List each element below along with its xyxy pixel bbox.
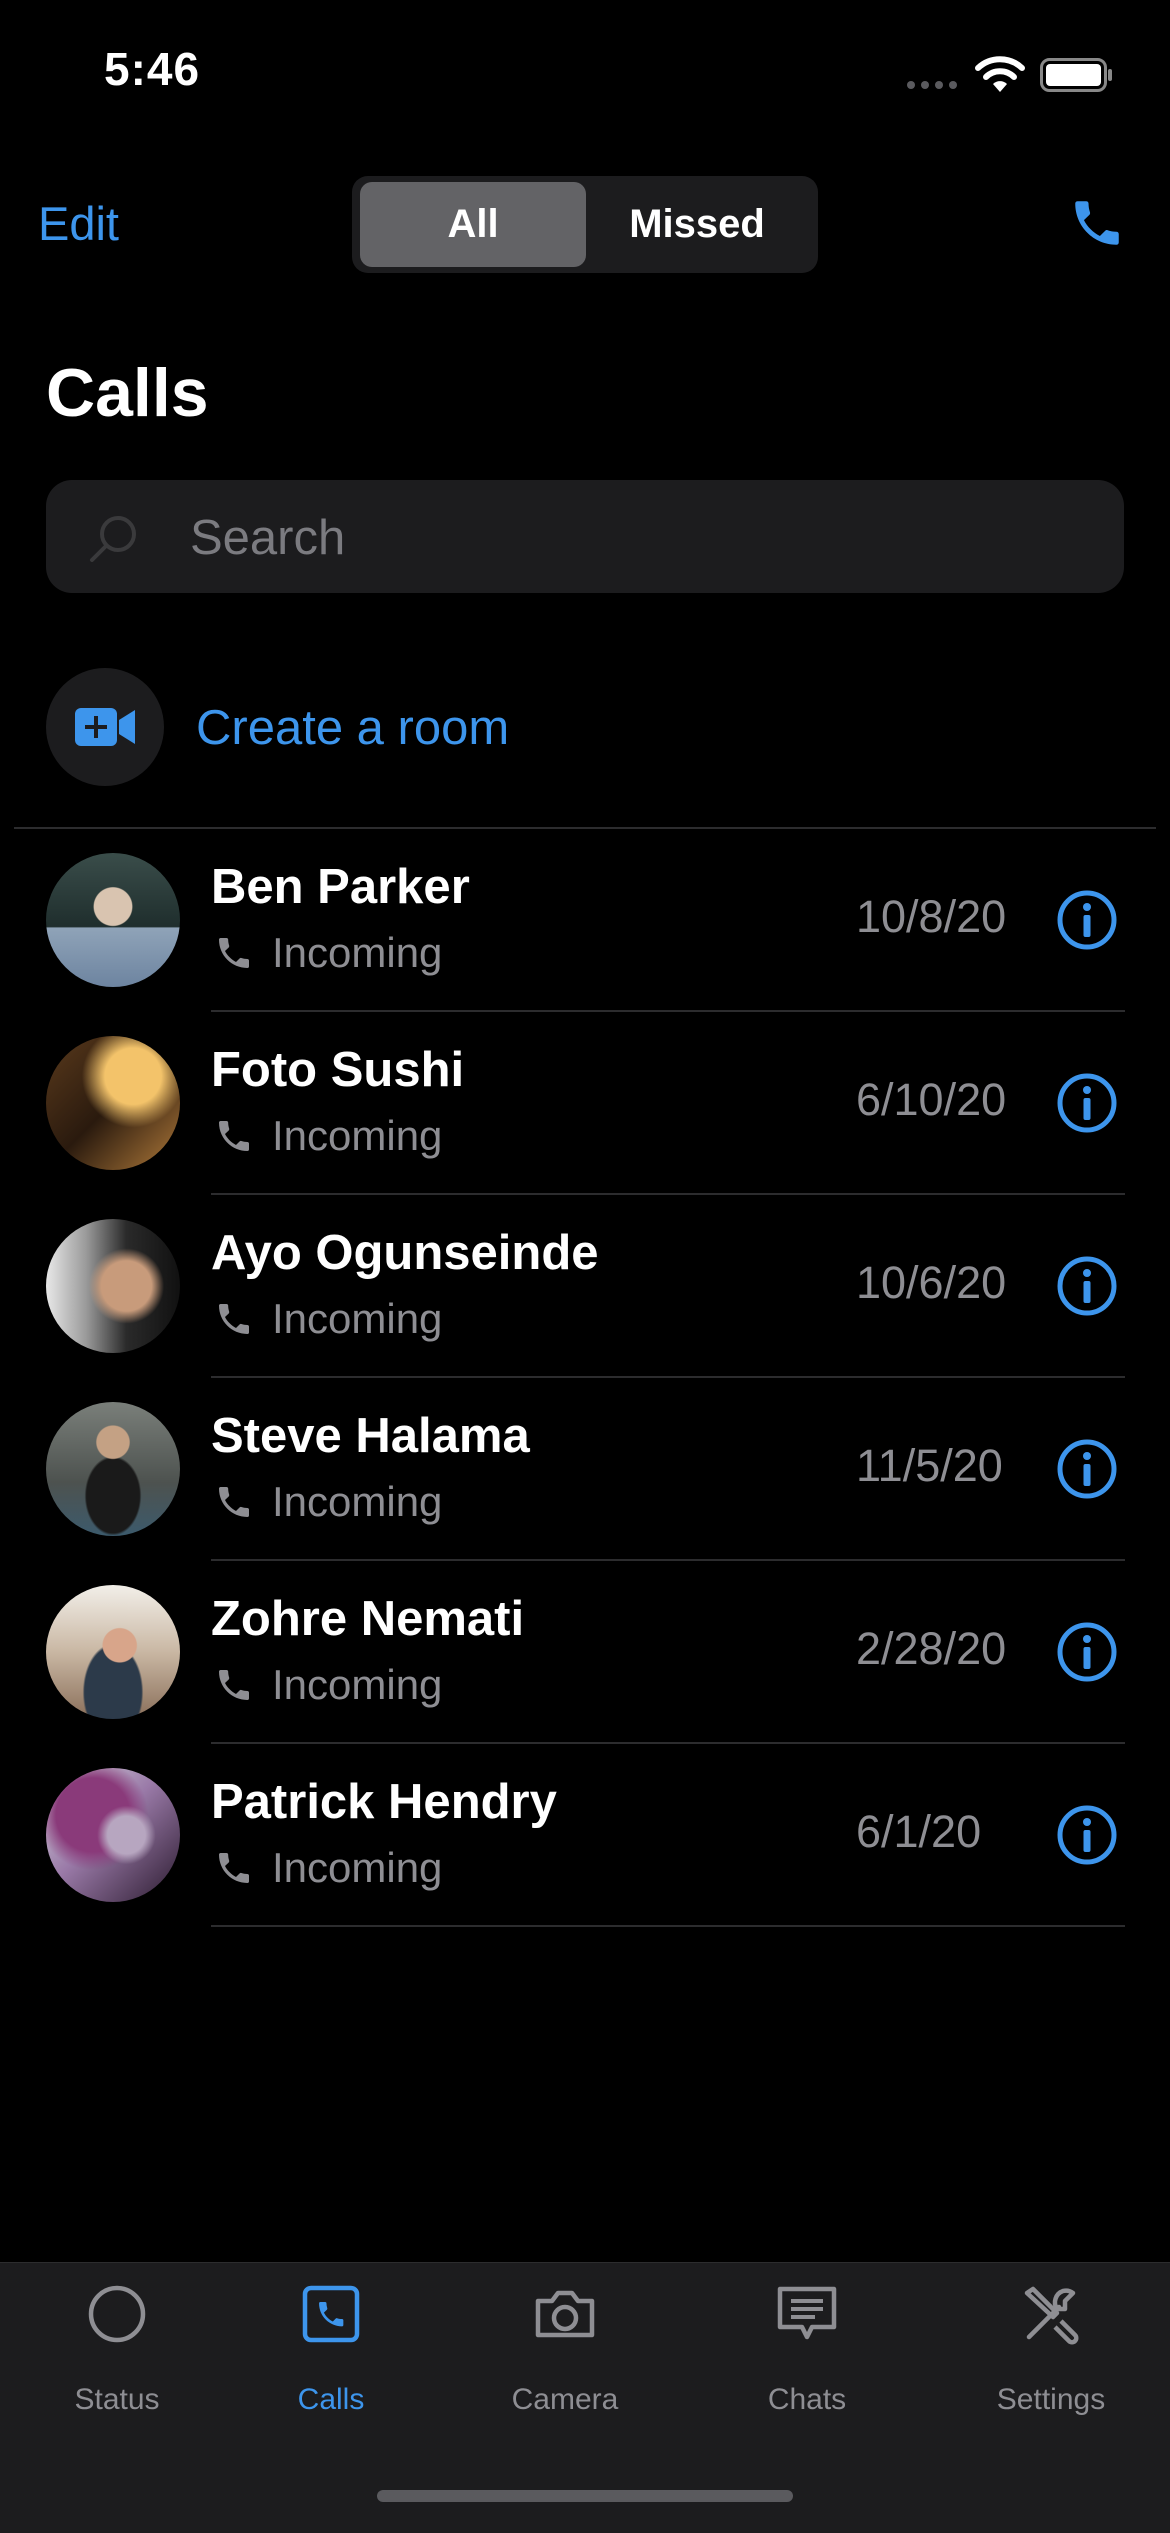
phone-icon: [219, 1487, 249, 1517]
battery-icon: [1040, 58, 1112, 92]
call-date: 6/10/20: [856, 1074, 1007, 1125]
phone-icon: [219, 1304, 249, 1334]
wifi-icon: [975, 56, 1025, 92]
contact-name: Ayo Ogunseinde: [211, 1226, 599, 1280]
divider: [211, 1925, 1125, 1927]
avatar: [46, 1036, 180, 1170]
call-type: Incoming: [272, 1844, 443, 1891]
phone-icon: [219, 1121, 249, 1151]
avatar: [46, 1402, 180, 1536]
settings-icon: [1024, 2286, 1079, 2345]
video-plus-icon: [75, 708, 135, 746]
call-row[interactable]: Ayo Ogunseinde Incoming 10/6/20: [0, 1195, 1170, 1378]
call-date: 10/6/20: [856, 1257, 1007, 1308]
tab-label: Status: [74, 2383, 160, 2416]
contact-name: Steve Halama: [211, 1409, 530, 1463]
new-call-phone-icon[interactable]: [1068, 194, 1126, 252]
call-row[interactable]: Patrick Hendry Incoming 6/1/20: [0, 1744, 1170, 1927]
tab-label: Calls: [297, 2383, 365, 2416]
avatar: [46, 853, 180, 987]
call-type: Incoming: [272, 1112, 443, 1159]
info-icon[interactable]: [1056, 889, 1118, 951]
call-row[interactable]: Zohre Nemati Incoming 2/28/20: [0, 1561, 1170, 1744]
tab-chats[interactable]: Chats: [690, 2263, 924, 2416]
tab-label: Chats: [767, 2383, 847, 2416]
create-room-label[interactable]: Create a room: [196, 700, 509, 756]
call-row[interactable]: Steve Halama Incoming 11/5/20: [0, 1378, 1170, 1561]
info-icon[interactable]: [1056, 1255, 1118, 1317]
info-icon[interactable]: [1056, 1621, 1118, 1683]
home-indicator[interactable]: [377, 2490, 793, 2502]
search-icon: [90, 516, 136, 562]
contact-name: Patrick Hendry: [211, 1775, 557, 1829]
call-row[interactable]: Ben Parker Incoming 10/8/20: [0, 829, 1170, 1012]
avatar: [46, 1219, 180, 1353]
page-title: Calls: [46, 355, 209, 431]
cellular-signal-icon: [907, 81, 957, 89]
call-type: Incoming: [272, 929, 443, 976]
calls-icon: [302, 2285, 360, 2343]
info-icon[interactable]: [1056, 1438, 1118, 1500]
call-date: 6/1/20: [856, 1806, 982, 1857]
info-icon[interactable]: [1056, 1804, 1118, 1866]
call-date: 2/28/20: [856, 1623, 1007, 1674]
phone-icon: [219, 938, 249, 968]
call-date: 10/8/20: [856, 891, 1007, 942]
status-time: 5:46: [104, 43, 201, 95]
segment-missed[interactable]: Missed: [584, 182, 810, 267]
search-bar: [46, 480, 1124, 595]
tab-calls[interactable]: Calls: [214, 2263, 448, 2416]
camera-icon: [535, 2290, 595, 2338]
create-room-button[interactable]: [46, 668, 164, 786]
tab-status[interactable]: Status: [0, 2263, 234, 2416]
contact-name: Zohre Nemati: [211, 1592, 525, 1646]
segment-all[interactable]: All: [360, 182, 586, 267]
call-type: Incoming: [272, 1295, 443, 1342]
tab-camera[interactable]: Camera: [448, 2263, 682, 2416]
call-type: Incoming: [272, 1478, 443, 1525]
phone-icon: [219, 1670, 249, 1700]
info-icon[interactable]: [1056, 1072, 1118, 1134]
chats-icon: [777, 2286, 837, 2340]
call-type: Incoming: [272, 1661, 443, 1708]
avatar: [46, 1768, 180, 1902]
phone-icon: [219, 1853, 249, 1883]
status-circle-icon: [88, 2285, 146, 2343]
tab-settings[interactable]: Settings: [934, 2263, 1168, 2416]
tab-label: Camera: [511, 2383, 619, 2416]
call-date: 11/5/20: [856, 1440, 1003, 1491]
edit-button[interactable]: Edit: [38, 196, 119, 251]
search-input[interactable]: [188, 480, 1092, 595]
tab-label: Settings: [996, 2383, 1106, 2416]
contact-name: Foto Sushi: [211, 1043, 465, 1097]
contact-name: Ben Parker: [211, 860, 470, 914]
avatar: [46, 1585, 180, 1719]
call-row[interactable]: Foto Sushi Incoming 6/10/20: [0, 1012, 1170, 1195]
call-filter-segmented-control: All Missed: [352, 176, 818, 273]
